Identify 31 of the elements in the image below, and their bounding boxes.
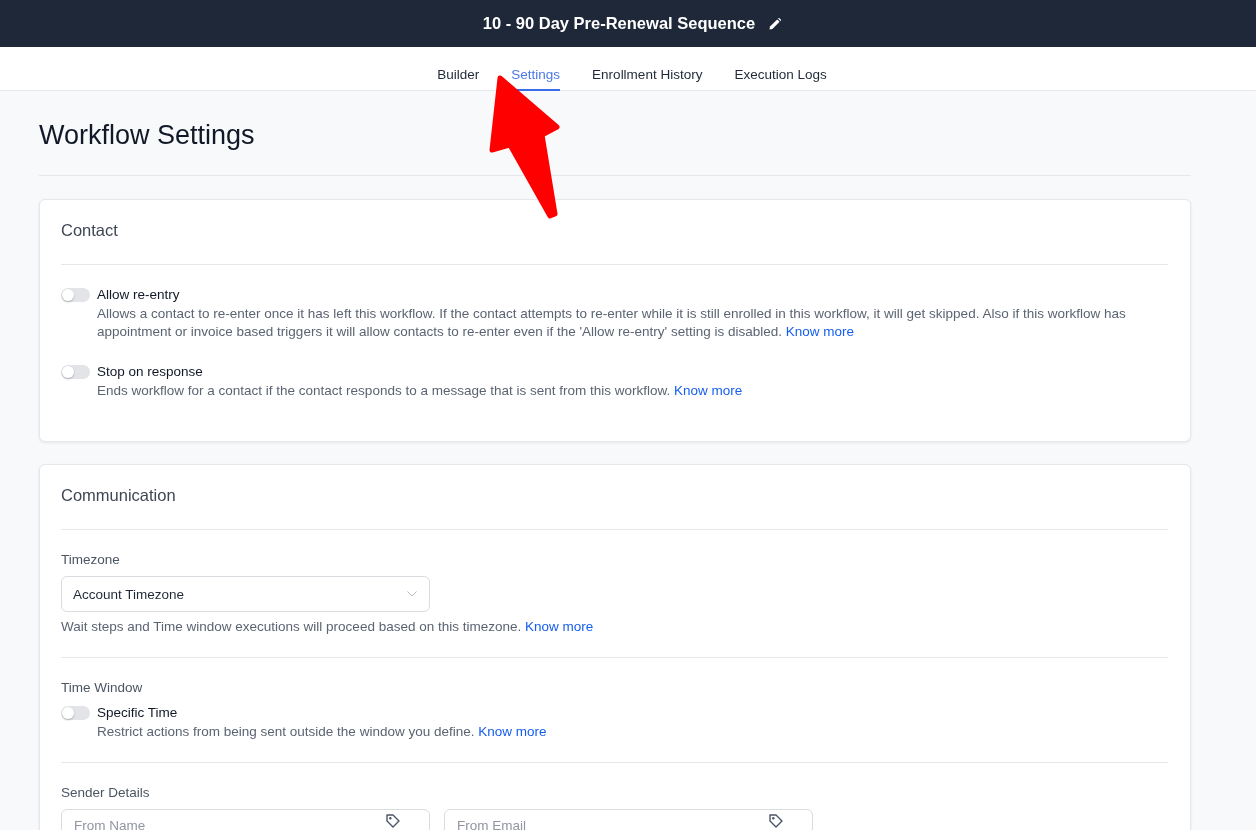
know-more-link[interactable]: Know more [478, 724, 547, 739]
setting-description: Ends workflow for a contact if the contact responds to a message that is sent from this workflow. Know more [97, 382, 744, 400]
tag-icon[interactable] [769, 814, 783, 828]
toggle-switch[interactable] [61, 288, 90, 302]
toggle-switch[interactable] [61, 365, 90, 379]
know-more-link[interactable]: Know more [674, 383, 743, 398]
know-more-link[interactable]: Know more [525, 619, 594, 634]
pencil-icon[interactable] [769, 17, 782, 30]
text-field[interactable]: From Name [61, 809, 430, 830]
page-title: Workflow Settings [39, 119, 255, 152]
toggle-label: Allow re-entry [97, 286, 180, 304]
tab[interactable]: Enrollment History [592, 47, 703, 91]
tag-icon[interactable] [386, 814, 400, 828]
toggle-switch[interactable] [61, 706, 90, 720]
field-label: Sender Details [61, 784, 150, 802]
chevron-icon [407, 591, 417, 597]
field-label: Timezone [61, 551, 120, 569]
know-more-link[interactable]: Know more [785, 324, 855, 339]
toggle-label: Stop on response [97, 363, 203, 381]
card-title: Contact [61, 221, 118, 239]
setting-description: Restrict actions from being sent outside the window you define. Know more [97, 723, 548, 741]
field-label: Time Window [61, 679, 143, 697]
tab[interactable]: Builder [437, 47, 480, 91]
toggle-label: Specific Time [97, 704, 178, 722]
text-field[interactable]: From Email [444, 809, 813, 830]
setting-description: Wait steps and Time window executions will proceed based on this timezone. Know more [61, 618, 594, 636]
tab[interactable]: Execution Logs [734, 47, 827, 91]
setting-description: Allows a contact to re-enter once it has left this workflow. If the contact attempts to re-enter while it is still enrolled in this workflow, it will get skipped. Also if this workflow has appointment or invoice based triggers it will allow contacts to re-enter even if the 'Allow re-entry' setting is disabled. Know more [97, 305, 1127, 341]
workflow-title: 10 - 90 Day Pre-Renewal Sequence [482, 14, 756, 33]
timezone-select[interactable]: Account Timezone [61, 576, 430, 612]
card-title: Communication [61, 486, 176, 504]
